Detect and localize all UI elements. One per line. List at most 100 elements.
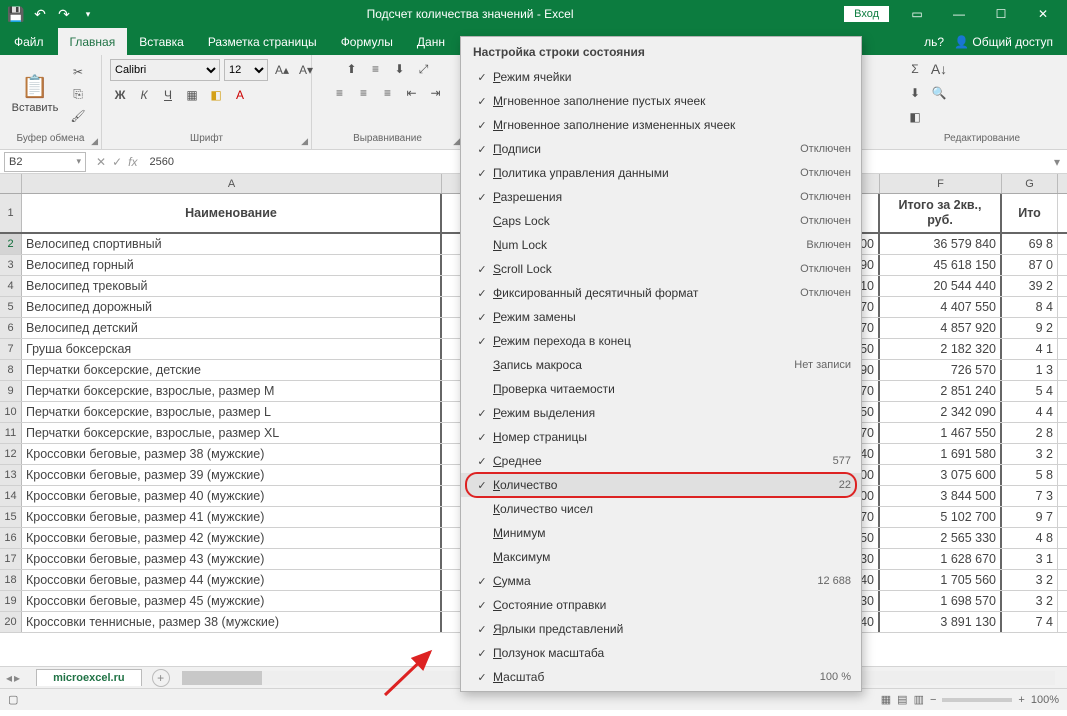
- cell[interactable]: 3 075 600: [880, 465, 1002, 485]
- cell[interactable]: Велосипед горный: [22, 255, 442, 275]
- context-menu-item[interactable]: ✓ Мгновенное заполнение пустых ячеек: [461, 89, 861, 113]
- cell[interactable]: 3 1: [1002, 549, 1058, 569]
- cut-icon[interactable]: ✂: [68, 62, 88, 82]
- autosum-icon[interactable]: Σ: [905, 59, 925, 79]
- context-menu-item[interactable]: ✓ Режим выделения: [461, 401, 861, 425]
- cell[interactable]: 4 857 920: [880, 318, 1002, 338]
- enter-formula-icon[interactable]: ✓: [112, 155, 122, 169]
- cell[interactable]: Перчатки боксерские, взрослые, размер XL: [22, 423, 442, 443]
- context-menu-item[interactable]: ✓ Фиксированный десятичный формат Отключ…: [461, 281, 861, 305]
- tab-formulas[interactable]: Формулы: [329, 28, 405, 55]
- context-menu-item[interactable]: ✓ Режим перехода в конец: [461, 329, 861, 353]
- row-header[interactable]: 7: [0, 339, 22, 359]
- cell[interactable]: 8 4: [1002, 297, 1058, 317]
- row-header[interactable]: 3: [0, 255, 22, 275]
- context-menu-item[interactable]: Num Lock Включен: [461, 233, 861, 257]
- paste-button[interactable]: 📋 Вставить: [8, 74, 62, 114]
- col-header-G[interactable]: G: [1002, 174, 1058, 193]
- row-header[interactable]: 9: [0, 381, 22, 401]
- cell[interactable]: 9 2: [1002, 318, 1058, 338]
- tab-nav-first-icon[interactable]: ◂: [6, 671, 12, 685]
- context-menu-item[interactable]: ✓ Состояние отправки: [461, 593, 861, 617]
- cell[interactable]: 5 102 700: [880, 507, 1002, 527]
- cell[interactable]: 2 342 090: [880, 402, 1002, 422]
- fill-icon[interactable]: ⬇: [905, 83, 925, 103]
- tab-data[interactable]: Данн: [405, 28, 457, 55]
- row-header[interactable]: 6: [0, 318, 22, 338]
- col-header-A[interactable]: A: [22, 174, 442, 193]
- context-menu-item[interactable]: Проверка читаемости: [461, 377, 861, 401]
- view-pagelayout-icon[interactable]: ▤: [897, 693, 907, 706]
- context-menu-item[interactable]: ✓ Мгновенное заполнение измененных ячеек: [461, 113, 861, 137]
- zoom-slider[interactable]: [942, 698, 1012, 702]
- cell[interactable]: Ито: [1002, 194, 1058, 232]
- name-box[interactable]: B2▾: [4, 152, 86, 172]
- cell[interactable]: 4 8: [1002, 528, 1058, 548]
- row-header[interactable]: 18: [0, 570, 22, 590]
- cell[interactable]: 39 2: [1002, 276, 1058, 296]
- cell[interactable]: 3 2: [1002, 444, 1058, 464]
- align-center-icon[interactable]: ≡: [354, 83, 374, 103]
- tab-nav-last-icon[interactable]: ▸: [14, 671, 20, 685]
- row-header[interactable]: 13: [0, 465, 22, 485]
- row-header[interactable]: 4: [0, 276, 22, 296]
- save-icon[interactable]: 💾: [6, 4, 26, 24]
- row-header[interactable]: 16: [0, 528, 22, 548]
- underline-button[interactable]: Ч: [158, 85, 178, 105]
- dialog-launcher-icon[interactable]: ◢: [301, 136, 308, 147]
- context-menu-item[interactable]: Максимум: [461, 545, 861, 569]
- align-top-icon[interactable]: ⬆: [342, 59, 362, 79]
- row-header[interactable]: 17: [0, 549, 22, 569]
- context-menu-item[interactable]: ✓ Количество 22: [461, 473, 861, 497]
- cell[interactable]: 87 0: [1002, 255, 1058, 275]
- cell[interactable]: 2 565 330: [880, 528, 1002, 548]
- row-header[interactable]: 19: [0, 591, 22, 611]
- cell[interactable]: Перчатки боксерские, взрослые, размер L: [22, 402, 442, 422]
- bold-button[interactable]: Ж: [110, 85, 130, 105]
- macro-record-icon[interactable]: ▢: [8, 693, 18, 706]
- tab-insert[interactable]: Вставка: [127, 28, 196, 55]
- col-header-F[interactable]: F: [880, 174, 1002, 193]
- sheet-tab[interactable]: microexcel.ru: [36, 669, 142, 686]
- italic-button[interactable]: К: [134, 85, 154, 105]
- cell[interactable]: 45 618 150: [880, 255, 1002, 275]
- row-header[interactable]: 10: [0, 402, 22, 422]
- cell[interactable]: Наименование: [22, 194, 442, 232]
- cell[interactable]: 2 851 240: [880, 381, 1002, 401]
- cell[interactable]: 5 8: [1002, 465, 1058, 485]
- cell[interactable]: Кроссовки беговые, размер 42 (мужские): [22, 528, 442, 548]
- close-icon[interactable]: ✕: [1023, 2, 1063, 26]
- context-menu-item[interactable]: ✓ Подписи Отключен: [461, 137, 861, 161]
- cell[interactable]: 1 691 580: [880, 444, 1002, 464]
- cell[interactable]: Велосипед детский: [22, 318, 442, 338]
- cell[interactable]: Кроссовки беговые, размер 40 (мужские): [22, 486, 442, 506]
- redo-icon[interactable]: ↷: [54, 4, 74, 24]
- row-header[interactable]: 1: [0, 194, 22, 232]
- copy-icon[interactable]: ⎘: [68, 84, 88, 104]
- cell[interactable]: 3 2: [1002, 591, 1058, 611]
- tab-home[interactable]: Главная: [58, 28, 128, 55]
- row-header[interactable]: 5: [0, 297, 22, 317]
- cell[interactable]: Велосипед спортивный: [22, 234, 442, 254]
- dialog-launcher-icon[interactable]: ◢: [453, 136, 460, 147]
- row-header[interactable]: 20: [0, 612, 22, 632]
- sort-filter-icon[interactable]: A↓: [929, 59, 949, 79]
- row-header[interactable]: 8: [0, 360, 22, 380]
- cell[interactable]: 1 3: [1002, 360, 1058, 380]
- share-button[interactable]: 👤 Общий доступ: [954, 35, 1053, 49]
- cell[interactable]: 36 579 840: [880, 234, 1002, 254]
- row-header[interactable]: 15: [0, 507, 22, 527]
- cell[interactable]: Кроссовки беговые, размер 38 (мужские): [22, 444, 442, 464]
- font-color-icon[interactable]: A: [230, 85, 250, 105]
- cell[interactable]: Перчатки боксерские, детские: [22, 360, 442, 380]
- select-all-corner[interactable]: [0, 174, 22, 193]
- tab-pagelayout[interactable]: Разметка страницы: [196, 28, 329, 55]
- align-left-icon[interactable]: ≡: [330, 83, 350, 103]
- cell[interactable]: Велосипед трековый: [22, 276, 442, 296]
- increase-indent-icon[interactable]: ⇥: [426, 83, 446, 103]
- cell[interactable]: Кроссовки беговые, размер 41 (мужские): [22, 507, 442, 527]
- cell[interactable]: 1 628 670: [880, 549, 1002, 569]
- font-name-select[interactable]: Calibri: [110, 59, 220, 81]
- cell[interactable]: 1 705 560: [880, 570, 1002, 590]
- font-size-select[interactable]: 12: [224, 59, 268, 81]
